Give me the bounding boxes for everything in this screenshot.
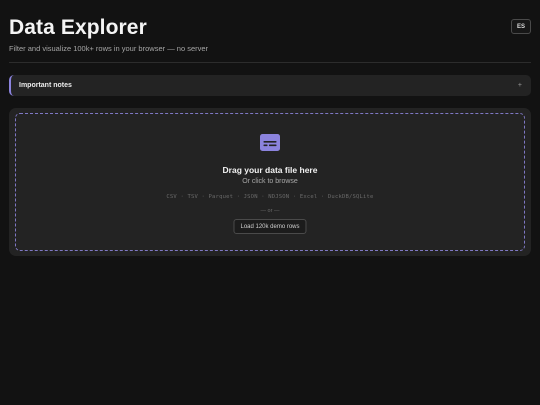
file-drop-zone[interactable]: Drag your data file here Or click to bro…	[15, 113, 525, 251]
expand-icon: +	[517, 82, 522, 89]
page-subtitle: Filter and visualize 100k+ rows in your …	[9, 44, 209, 53]
language-button[interactable]: ES	[511, 19, 531, 34]
upload-card: Drag your data file here Or click to bro…	[9, 108, 531, 256]
supported-formats: CSV · TSV · Parquet · JSON · NDJSON · Ex…	[166, 194, 374, 200]
important-notes-label: Important notes	[19, 82, 72, 89]
page-title: Data Explorer	[9, 16, 147, 39]
header: Data Explorer Filter and visualize 100k+…	[9, 0, 531, 63]
load-demo-button[interactable]: Load 120k demo rows	[233, 219, 307, 234]
drop-title: Drag your data file here	[222, 165, 318, 175]
important-notes-toggle[interactable]: Important notes +	[9, 75, 531, 96]
browse-link[interactable]: Or click to browse	[16, 178, 524, 185]
or-divider: — or —	[260, 208, 280, 214]
file-icon	[260, 134, 280, 151]
